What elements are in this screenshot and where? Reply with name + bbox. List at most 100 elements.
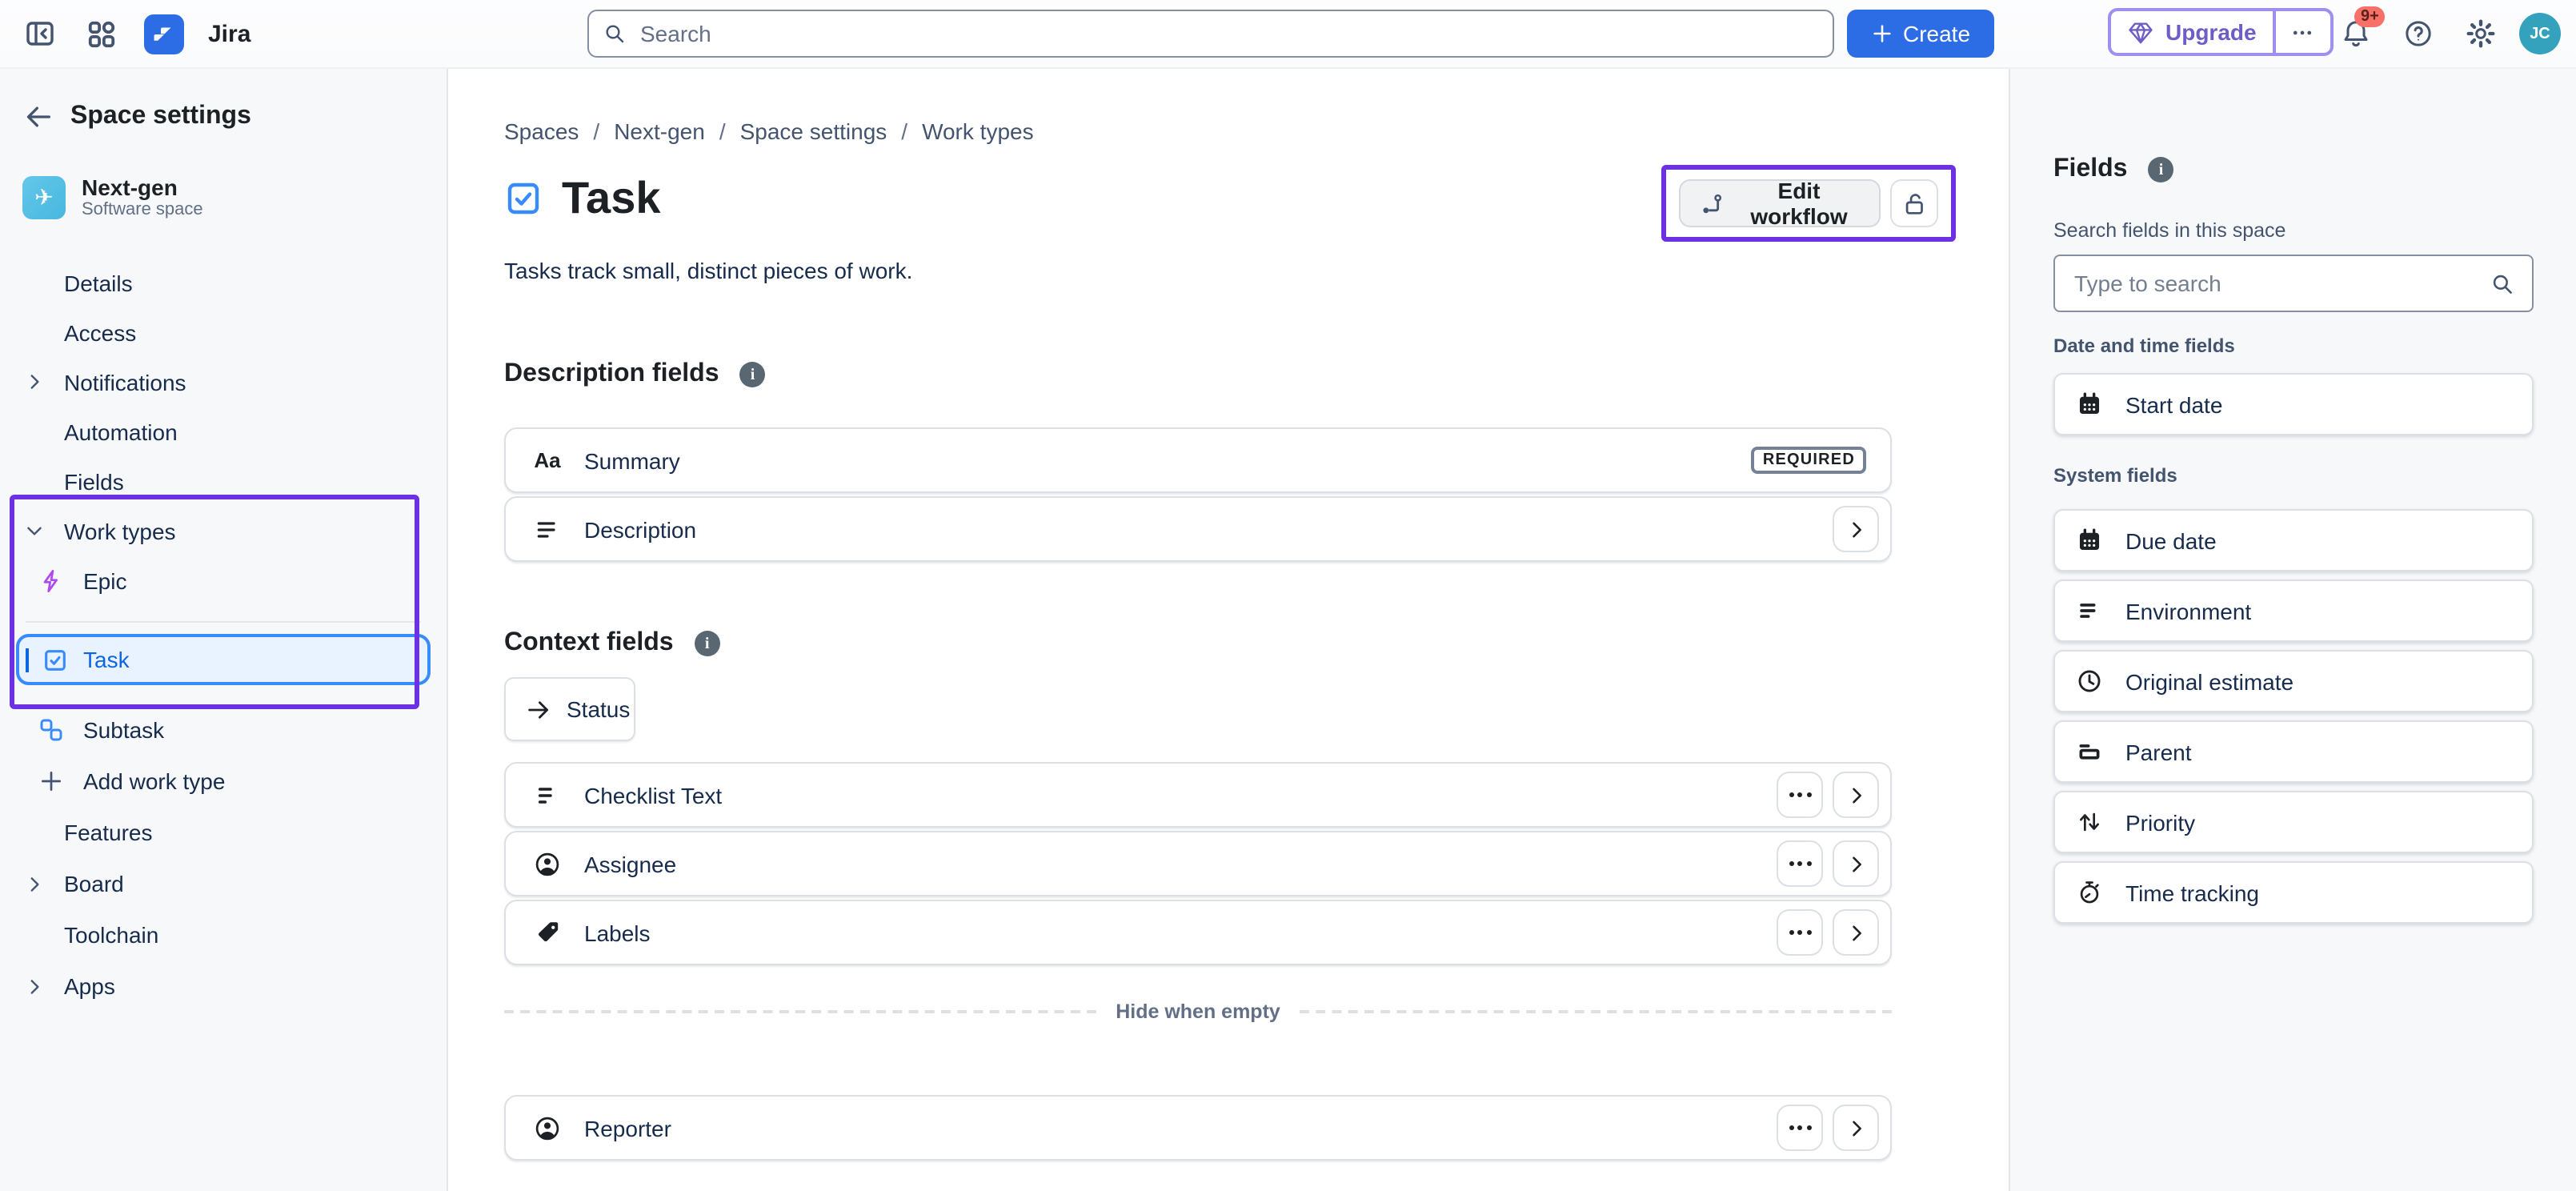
ellipsis-icon [1789,930,1811,935]
expand-chevron-button[interactable] [1833,772,1879,818]
expand-chevron-button[interactable] [1833,840,1879,887]
create-button[interactable]: Create [1847,10,1994,58]
subtask-icon [38,717,64,743]
sidebar-item-add-work-type[interactable]: Add work type [0,756,447,807]
expand-chevron-button[interactable] [1833,909,1879,956]
settings-button[interactable] [2457,10,2505,58]
plus-icon [1871,22,1893,45]
app-switcher-button[interactable] [77,10,125,58]
parent-icon [2076,738,2103,765]
unlock-button[interactable] [1890,179,1938,227]
sidebar-item-notifications[interactable]: Notifications [0,357,447,407]
notifications-button[interactable]: 9+ [2332,10,2380,58]
info-icon[interactable]: i [695,631,720,656]
system-fields-heading: System fields [2053,464,2534,490]
upgrade-more-button[interactable] [2273,11,2330,53]
breadcrumb-work-types[interactable]: Work types [922,118,1034,144]
epic-icon [38,567,64,593]
search-input[interactable] [637,19,1820,48]
field-label: Environment [2125,598,2251,624]
expand-chevron-button[interactable] [1833,1105,1879,1151]
plus-icon [38,768,64,794]
page-title: Task [562,173,661,224]
dashed-line [504,1010,1096,1013]
draggable-field-due-date[interactable]: Due date [2053,509,2534,571]
field-row-description[interactable]: Description [504,496,1892,562]
project-header: ✈ Next-gen Software space [22,168,447,226]
sidebar-item-automation[interactable]: Automation [0,407,447,456]
help-button[interactable] [2394,10,2442,58]
breadcrumb-next-gen[interactable]: Next-gen [614,118,705,144]
hide-when-empty-divider: Hide when empty [504,996,1892,1028]
sidebar-item-board[interactable]: Board [0,858,447,909]
field-label: Parent [2125,739,2192,764]
sidebar-header: Space settings [22,94,447,139]
breadcrumb-space-settings[interactable]: Space settings [740,118,887,144]
context-fields-list: Checklist Text Assignee Labels [504,762,1892,965]
field-row-summary[interactable]: Aa Summary REQUIRED [504,427,1892,493]
sidebar-item-features[interactable]: Features [0,807,447,858]
date-time-fields-heading: Date and time fields [2053,335,2534,360]
user-avatar[interactable]: JC [2519,13,2561,54]
global-search[interactable] [587,10,1834,58]
sidebar-item-epic[interactable]: Epic [0,555,447,605]
sidebar-item-work-types[interactable]: Work types [0,506,447,555]
sidebar-item-apps[interactable]: Apps [0,960,447,1012]
draggable-field-start-date[interactable]: Start date [2053,373,2534,435]
info-icon[interactable]: i [2148,157,2173,182]
status-field-card[interactable]: Status [504,677,635,741]
fields-search-input[interactable] [2071,269,2489,298]
fields-search-box[interactable] [2053,255,2534,312]
field-label: Checklist Text [584,782,722,808]
sidebar-item-toolchain[interactable]: Toolchain [0,909,447,960]
field-row-labels[interactable]: Labels [504,900,1892,965]
page-subtitle: Tasks track small, distinct pieces of wo… [504,258,2009,290]
jira-logo-icon[interactable] [144,14,184,54]
back-arrow-icon[interactable] [22,101,54,133]
upgrade-button[interactable]: Upgrade [2111,11,2273,53]
sidebar-item-fields[interactable]: Fields [0,456,447,506]
expand-chevron-button[interactable] [1833,506,1879,552]
breadcrumb-spaces[interactable]: Spaces [504,118,579,144]
edit-workflow-button[interactable]: Edit workflow [1679,179,1881,227]
more-options-button[interactable] [1777,772,1823,818]
date-time-fields-list: Start date [2053,373,2534,435]
status-label: Status [567,696,630,722]
create-button-label: Create [1903,21,1970,46]
sidebar-item-details[interactable]: Details [0,258,447,307]
more-options-button[interactable] [1777,840,1823,887]
context-fields-heading: Context fields [504,629,674,658]
project-avatar: ✈ [22,175,66,219]
field-row-checklist-text[interactable]: Checklist Text [504,762,1892,828]
hide-when-empty-label: Hide when empty [1116,1001,1280,1023]
draggable-field-time-tracking[interactable]: Time tracking [2053,861,2534,924]
fields-panel-heading: Fields [2053,155,2127,184]
project-subtitle: Software space [82,199,203,220]
chevron-right-icon [24,976,45,997]
tag-icon [531,919,563,946]
more-options-button[interactable] [1777,1105,1823,1151]
space-settings-sidebar: Space settings ✈ Next-gen Software space… [0,69,448,1191]
ellipsis-icon [1789,861,1811,866]
search-icon [2489,270,2516,297]
collapse-sidebar-button[interactable] [16,10,64,58]
info-icon[interactable]: i [740,362,766,387]
question-icon [2402,18,2434,50]
draggable-field-original-estimate[interactable]: Original estimate [2053,650,2534,712]
sidebar-item-task-label: Task [83,647,130,672]
draggable-field-priority[interactable]: Priority [2053,791,2534,853]
sidebar-item-task[interactable]: Task [16,634,431,685]
draggable-field-parent[interactable]: Parent [2053,720,2534,783]
more-options-button[interactable] [1777,909,1823,956]
sidebar-item-subtask[interactable]: Subtask [0,704,447,756]
field-row-assignee[interactable]: Assignee [504,831,1892,896]
draggable-field-environment[interactable]: Environment [2053,579,2534,642]
ellipsis-icon [1789,792,1811,797]
field-row-reporter[interactable]: Reporter [504,1095,1892,1161]
sidebar-item-access[interactable]: Access [0,307,447,357]
chevron-right-icon [24,873,45,894]
top-bar: Jira Create Upgrade [0,0,2576,69]
collapse-sidebar-icon [24,18,56,50]
calendar-icon [2076,527,2103,554]
field-label: Reporter [584,1115,671,1141]
